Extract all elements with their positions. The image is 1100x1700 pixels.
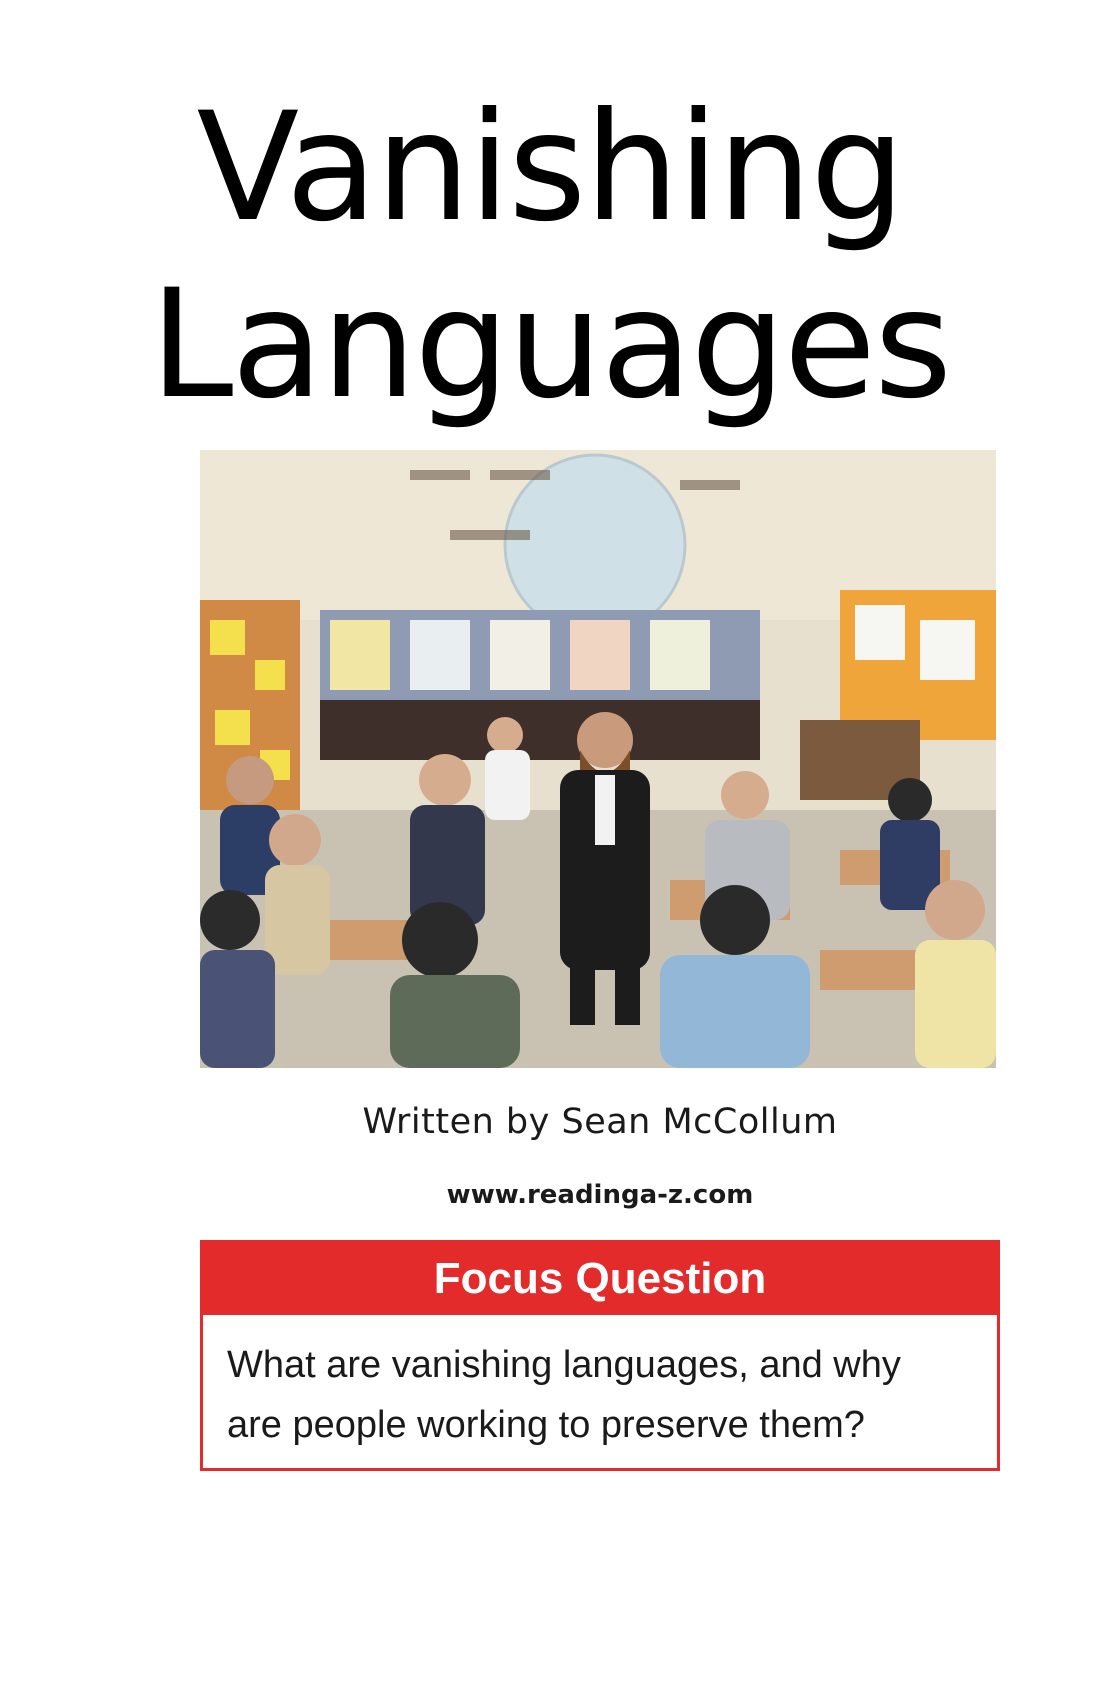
title-line-2: Languages: [149, 258, 952, 432]
focus-question-text: What are vanishing languages, and why ar…: [227, 1344, 901, 1446]
focus-question-header: Focus Question: [203, 1243, 997, 1315]
author-byline: Written by Sean McCollum: [362, 1102, 838, 1142]
cover-photo: [200, 450, 996, 1068]
focus-question-box: Focus Question What are vanishing langua…: [200, 1240, 1000, 1471]
website-url: www.readinga-z.com: [446, 1180, 754, 1210]
title-line-1: Vanishing: [196, 81, 906, 255]
